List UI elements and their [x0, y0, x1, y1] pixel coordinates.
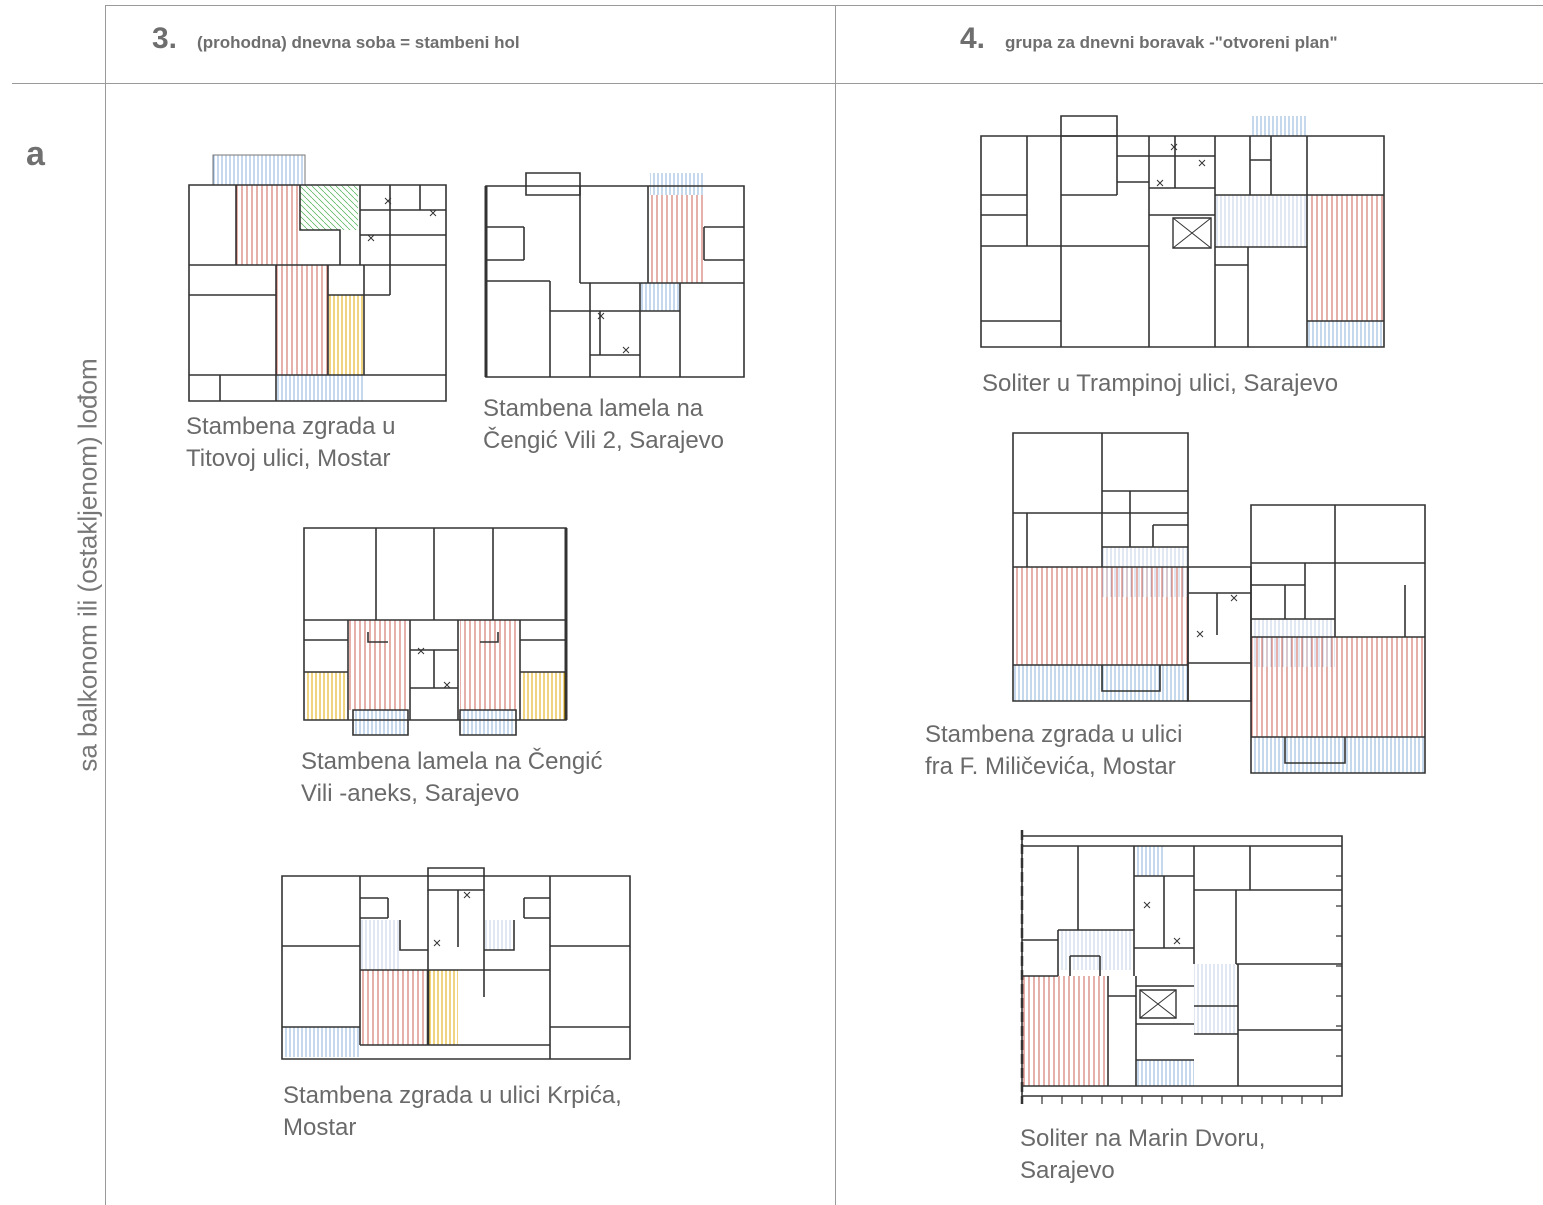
caption-milicevica: Stambena zgrada u ulici fra F. Miličević…	[925, 719, 1182, 783]
column-divider	[835, 5, 836, 1205]
floor-plan-cengic-vili-2	[480, 165, 750, 385]
caption-line: Vili -aneks, Sarajevo	[301, 780, 520, 807]
column-title: (prohodna) dnevna soba = stambeni hol	[197, 33, 520, 52]
row-label-column-divider	[105, 5, 106, 1205]
caption-cengic-vili-2: Stambena lamela na Čengić Vili 2, Saraje…	[483, 393, 724, 457]
table-top-border	[105, 5, 1543, 6]
caption-line: Stambena lamela na Čengić	[301, 748, 603, 775]
caption-line: Mostar	[283, 1114, 357, 1141]
column-number: 3.	[152, 22, 178, 55]
column-number: 4.	[960, 22, 986, 55]
caption-cengic-vili-aneks: Stambena lamela na Čengić Vili -aneks, S…	[301, 746, 603, 810]
row-label: sa balkonom ili (ostakljenom) lođom	[72, 358, 103, 772]
floor-plan-trampina-sarajevo	[975, 110, 1390, 355]
caption-line: Titovoj ulici, Mostar	[186, 445, 391, 472]
caption-line: fra F. Miličevića, Mostar	[925, 753, 1176, 780]
caption-marin-dvor: Soliter na Marin Dvoru, Sarajevo	[1020, 1123, 1265, 1187]
floor-plan-marin-dvor-sarajevo	[1012, 826, 1352, 1104]
column-title: grupa za dnevni boravak -"otvoreni plan"	[1005, 33, 1338, 52]
floor-plan-krpica-mostar	[276, 862, 636, 1067]
caption-titova-mostar: Stambena zgrada u Titovoj ulici, Mostar	[186, 411, 395, 475]
caption-line: Stambena lamela na	[483, 395, 704, 422]
caption-krpica-mostar: Stambena zgrada u ulici Krpića, Mostar	[283, 1080, 622, 1144]
caption-line: Stambena zgrada u ulici Krpića,	[283, 1082, 622, 1109]
caption-line: Soliter na Marin Dvoru,	[1020, 1125, 1266, 1152]
header-divider	[12, 83, 1543, 84]
column-header-4: 4. grupa za dnevni boravak -"otvoreni pl…	[960, 22, 1338, 56]
column-header-3: 3. (prohodna) dnevna soba = stambeni hol	[152, 22, 520, 56]
caption-trampina: Soliter u Trampinoj ulici, Sarajevo	[982, 368, 1338, 400]
floor-plan-titova-mostar	[180, 150, 455, 405]
caption-line: Stambena zgrada u	[186, 413, 396, 440]
caption-line: Čengić Vili 2, Sarajevo	[483, 427, 725, 454]
caption-line: Soliter u Trampinoj ulici, Sarajevo	[982, 370, 1339, 397]
caption-line: Stambena zgrada u ulici	[925, 721, 1183, 748]
floor-plan-cengic-vili-aneks	[298, 520, 573, 725]
caption-line: Sarajevo	[1020, 1157, 1115, 1184]
row-letter: a	[26, 135, 45, 173]
